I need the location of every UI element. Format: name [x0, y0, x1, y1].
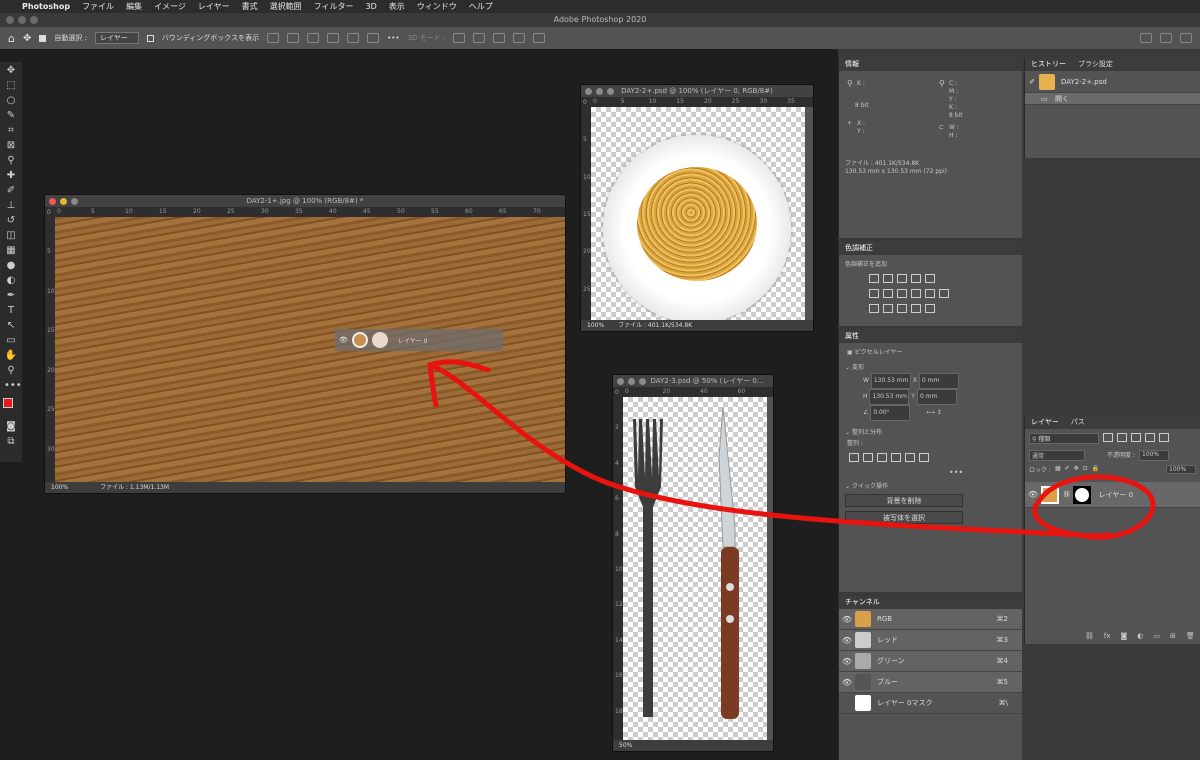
annotation-arrow-stroke	[427, 362, 1156, 540]
annotation-overlay	[427, 359, 1156, 540]
